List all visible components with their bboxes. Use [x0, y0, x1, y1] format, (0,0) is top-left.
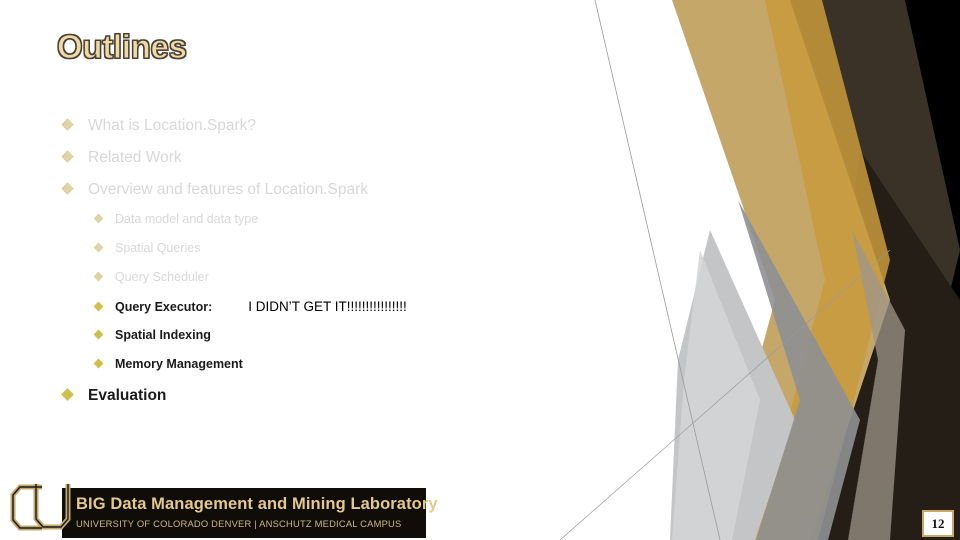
decorative-facet-graphic — [560, 0, 960, 540]
outline-subitem-5[interactable]: Spatial Indexing — [93, 328, 211, 342]
diamond-bullet-icon — [61, 388, 74, 401]
annotation-exclamations: !!!!!!!!!!!!!!!! — [346, 299, 407, 314]
outline-item-label: Memory Management — [115, 357, 243, 371]
outline-subitem-6[interactable]: Memory Management — [93, 357, 243, 371]
diamond-bullet-icon — [61, 118, 74, 131]
slide-canvas: Outlines What is Location.Spark? Related… — [0, 0, 960, 540]
outline-item-label: Related Work — [88, 149, 182, 166]
outline-item-label: Evaluation — [88, 387, 167, 404]
page-number: 12 — [922, 510, 954, 537]
outline-subitem-2[interactable]: Spatial Queries — [93, 241, 201, 255]
outline-item-1[interactable]: What is Location.Spark? — [61, 117, 257, 135]
diamond-bullet-icon — [61, 182, 74, 195]
outline-item-4-evaluation[interactable]: Evaluation — [61, 387, 167, 405]
footer-university-name: UNIVERSITY OF COLORADO DENVER | ANSCHUTZ… — [76, 518, 402, 529]
page-title: Outlines — [57, 28, 188, 66]
diamond-bullet-icon — [61, 150, 74, 163]
diamond-bullet-icon — [93, 301, 104, 312]
outline-subitem-1[interactable]: Data model and data type — [93, 212, 259, 226]
diamond-bullet-icon — [93, 242, 104, 253]
diamond-bullet-icon — [93, 213, 104, 224]
outline-item-label: Data model and data type — [115, 212, 259, 226]
outline-subitem-4-query-executor[interactable]: Query Executor: I DIDN’T GET IT!!!!!!!!!… — [93, 299, 407, 314]
diamond-bullet-icon — [93, 271, 104, 282]
outline-item-3[interactable]: Overview and features of Location.Spark — [61, 181, 369, 199]
outline-item-label: Query Scheduler — [115, 270, 209, 284]
footer-lab-name: BIG Data Management and Mining Laborator… — [76, 495, 438, 513]
diamond-bullet-icon — [93, 329, 104, 340]
outline-item-label: What is Location.Spark? — [88, 117, 257, 134]
outline-item-label: Query Executor: — [115, 300, 213, 314]
cu-logo-icon — [10, 484, 71, 531]
diamond-bullet-icon — [93, 358, 104, 369]
outline-subitem-3[interactable]: Query Scheduler — [93, 270, 209, 284]
outline-item-2[interactable]: Related Work — [61, 149, 182, 167]
annotation-text: I DIDN’T GET IT — [248, 299, 347, 314]
outline-item-label: Spatial Queries — [115, 241, 201, 255]
outline-item-label: Spatial Indexing — [115, 328, 211, 342]
footer-logo-bar: BIG Data Management and Mining Laborator… — [62, 488, 438, 538]
outline-item-label: Overview and features of Location.Spark — [88, 181, 369, 198]
